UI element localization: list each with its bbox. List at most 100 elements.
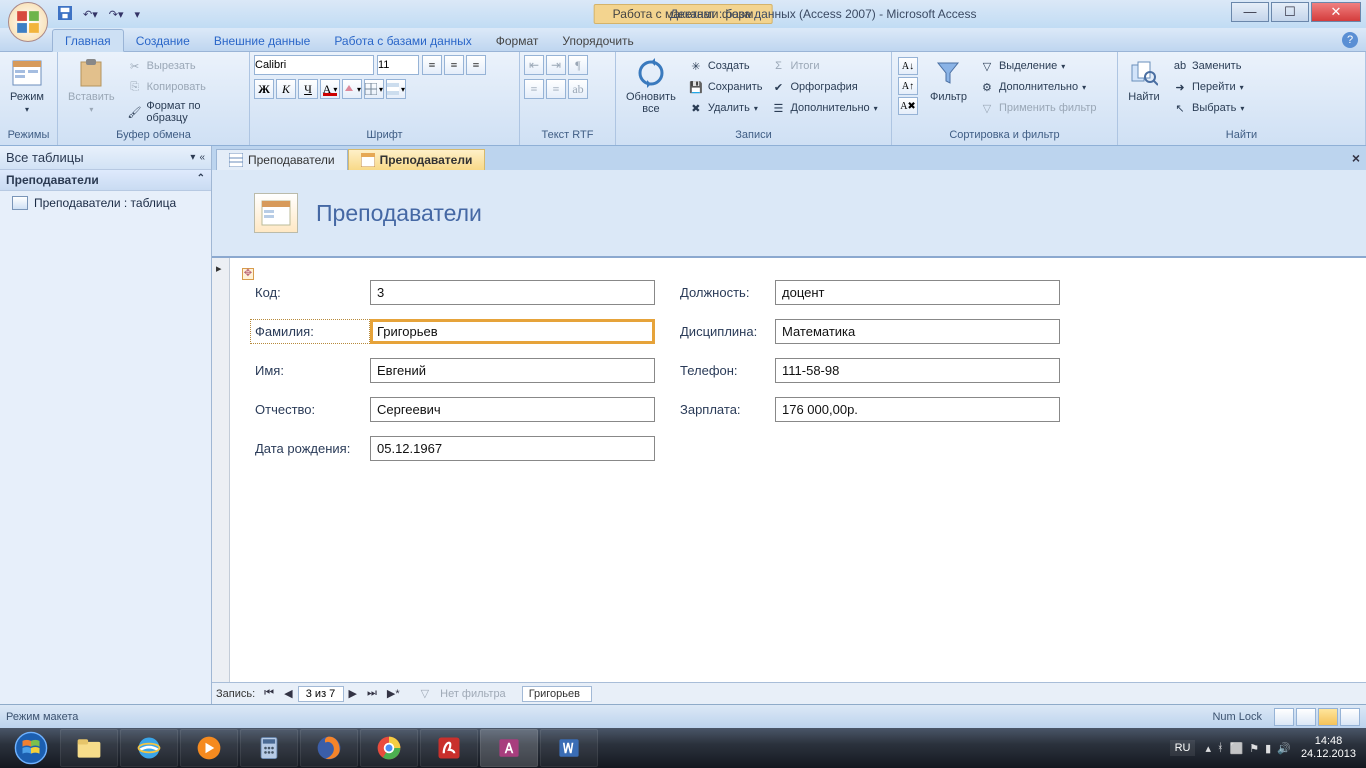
spelling-button[interactable]: ✔Орфография [768, 78, 879, 96]
taskbar-word-icon[interactable] [540, 729, 598, 767]
label-salary[interactable]: Зарплата: [675, 397, 775, 422]
view-design-button[interactable] [1340, 708, 1360, 726]
nav-group-teachers[interactable]: Преподаватели⌃ [0, 170, 211, 191]
network-icon[interactable]: ⬜ [1230, 742, 1244, 755]
nav-dropdown-icon[interactable]: ▾ [190, 152, 195, 163]
record-selector[interactable]: ▸ [212, 258, 230, 682]
toggle-filter-button[interactable]: ▽Применить фильтр [977, 99, 1099, 117]
italic-button[interactable]: К [276, 79, 296, 99]
label-discipline[interactable]: Дисциплина: [675, 319, 775, 344]
font-name-combo[interactable] [254, 55, 374, 75]
more-records-button[interactable]: ☰Дополнительно▾ [768, 99, 879, 117]
label-dob[interactable]: Дата рождения: [250, 436, 370, 461]
delete-record-button[interactable]: ✖Удалить ▾ [686, 99, 765, 117]
field-phone[interactable]: 111-58-98 [775, 358, 1060, 383]
sort-desc-button[interactable]: A↑ [898, 77, 918, 95]
tab-arrange[interactable]: Упорядочить [550, 30, 645, 51]
copy-button[interactable]: ⎘Копировать [125, 78, 245, 96]
paste-button[interactable]: Вставить▾ [62, 55, 121, 116]
selection-filter-button[interactable]: ▽Выделение▾ [977, 57, 1099, 75]
field-code[interactable]: 3 [370, 280, 655, 305]
taskbar-acrobat-icon[interactable] [420, 729, 478, 767]
filter-button[interactable]: Фильтр [924, 55, 973, 105]
bullets-button[interactable]: ≡ [546, 79, 566, 99]
goto-button[interactable]: ➜Перейти▾ [1170, 78, 1246, 96]
office-button[interactable] [8, 2, 48, 42]
bold-button[interactable]: Ж [254, 79, 274, 99]
field-dob[interactable]: 05.12.1967 [370, 436, 655, 461]
sort-asc-button[interactable]: A↓ [898, 57, 918, 75]
qat-undo-icon[interactable]: ↶▾ [79, 6, 102, 23]
view-layout-button[interactable] [1318, 708, 1338, 726]
advanced-filter-button[interactable]: ⚙Дополнительно▾ [977, 78, 1099, 96]
taskbar-ie-icon[interactable] [120, 729, 178, 767]
new-record-button[interactable]: ✳Создать [686, 57, 765, 75]
taskbar-chrome-icon[interactable] [360, 729, 418, 767]
tab-create[interactable]: Создание [124, 30, 202, 51]
save-record-button[interactable]: 💾Сохранить [686, 78, 765, 96]
clear-sort-button[interactable]: A✖ [898, 97, 918, 115]
recnav-next-button[interactable]: ▶ [344, 687, 362, 700]
font-size-combo[interactable] [377, 55, 419, 75]
label-phone[interactable]: Телефон: [675, 358, 775, 383]
qat-redo-icon[interactable]: ↷▾ [105, 6, 128, 23]
gridlines-button[interactable] [364, 79, 384, 99]
doc-tab-table[interactable]: Преподаватели [216, 149, 348, 170]
highlight-button[interactable]: ab [568, 79, 588, 99]
field-lastname[interactable]: Григорьев [370, 319, 655, 344]
doc-tab-form[interactable]: Преподаватели [348, 149, 486, 170]
layout-anchor-icon[interactable]: ✥ [242, 268, 254, 280]
label-patronymic[interactable]: Отчество: [250, 397, 370, 422]
label-lastname[interactable]: Фамилия: [250, 319, 370, 344]
view-datasheet-button[interactable] [1296, 708, 1316, 726]
nav-header-title[interactable]: Все таблицы [6, 150, 84, 165]
minimize-button[interactable]: — [1231, 2, 1269, 22]
alt-fill-button[interactable] [386, 79, 406, 99]
taskbar-calc-icon[interactable] [240, 729, 298, 767]
label-code[interactable]: Код: [250, 280, 370, 305]
fill-color-button[interactable] [342, 79, 362, 99]
tab-format[interactable]: Формат [484, 30, 551, 51]
taskbar-wmp-icon[interactable] [180, 729, 238, 767]
battery-icon[interactable]: ▮ [1265, 742, 1271, 755]
doc-close-button[interactable]: × [1352, 150, 1360, 166]
help-icon[interactable]: ? [1342, 32, 1358, 48]
bluetooth-icon[interactable]: ᚼ [1217, 742, 1224, 755]
taskbar-access-icon[interactable] [480, 729, 538, 767]
view-mode-button[interactable]: Режим▾ [4, 55, 50, 116]
underline-button[interactable]: Ч [298, 79, 318, 99]
replace-button[interactable]: abЗаменить [1170, 57, 1246, 75]
tray-up-icon[interactable]: ▴ [1205, 742, 1211, 755]
nav-item-teachers-table[interactable]: Преподаватели : таблица [0, 191, 211, 215]
qat-customize-icon[interactable]: ▾ [131, 6, 145, 23]
align-right-button[interactable]: ≡ [466, 55, 486, 75]
recnav-last-button[interactable]: ⏭ [362, 687, 382, 700]
close-button[interactable]: ✕ [1311, 2, 1361, 22]
cut-button[interactable]: ✂Вырезать [125, 57, 245, 75]
view-form-button[interactable] [1274, 708, 1294, 726]
recnav-prev-button[interactable]: ◀ [279, 687, 297, 700]
label-firstname[interactable]: Имя: [250, 358, 370, 383]
volume-icon[interactable]: 🔊 [1277, 742, 1291, 755]
nav-collapse-icon[interactable]: « [199, 152, 205, 163]
taskbar-explorer-icon[interactable] [60, 729, 118, 767]
tray-language[interactable]: RU [1170, 740, 1196, 756]
tab-dbtools[interactable]: Работа с базами данных [322, 30, 483, 51]
font-color-button[interactable]: A [320, 79, 340, 99]
field-patronymic[interactable]: Сергеевич [370, 397, 655, 422]
field-firstname[interactable]: Евгений [370, 358, 655, 383]
tab-external[interactable]: Внешние данные [202, 30, 323, 51]
field-discipline[interactable]: Математика [775, 319, 1060, 344]
recnav-new-button[interactable]: ▶* [382, 687, 405, 700]
tray-clock[interactable]: 14:4824.12.2013 [1301, 735, 1362, 761]
increase-indent-button[interactable]: ⇥ [546, 55, 566, 75]
recnav-search[interactable]: Григорьев [522, 686, 592, 702]
align-left-button[interactable]: ≡ [422, 55, 442, 75]
label-position[interactable]: Должность: [675, 280, 775, 305]
qat-save-icon[interactable] [54, 4, 76, 25]
recnav-position[interactable] [298, 686, 344, 702]
tray-icons[interactable]: ▴ ᚼ ⬜ ⚑ ▮ 🔊 [1205, 742, 1290, 755]
select-button[interactable]: ↖Выбрать▾ [1170, 99, 1246, 117]
start-button[interactable] [4, 728, 58, 768]
decrease-indent-button[interactable]: ⇤ [524, 55, 544, 75]
